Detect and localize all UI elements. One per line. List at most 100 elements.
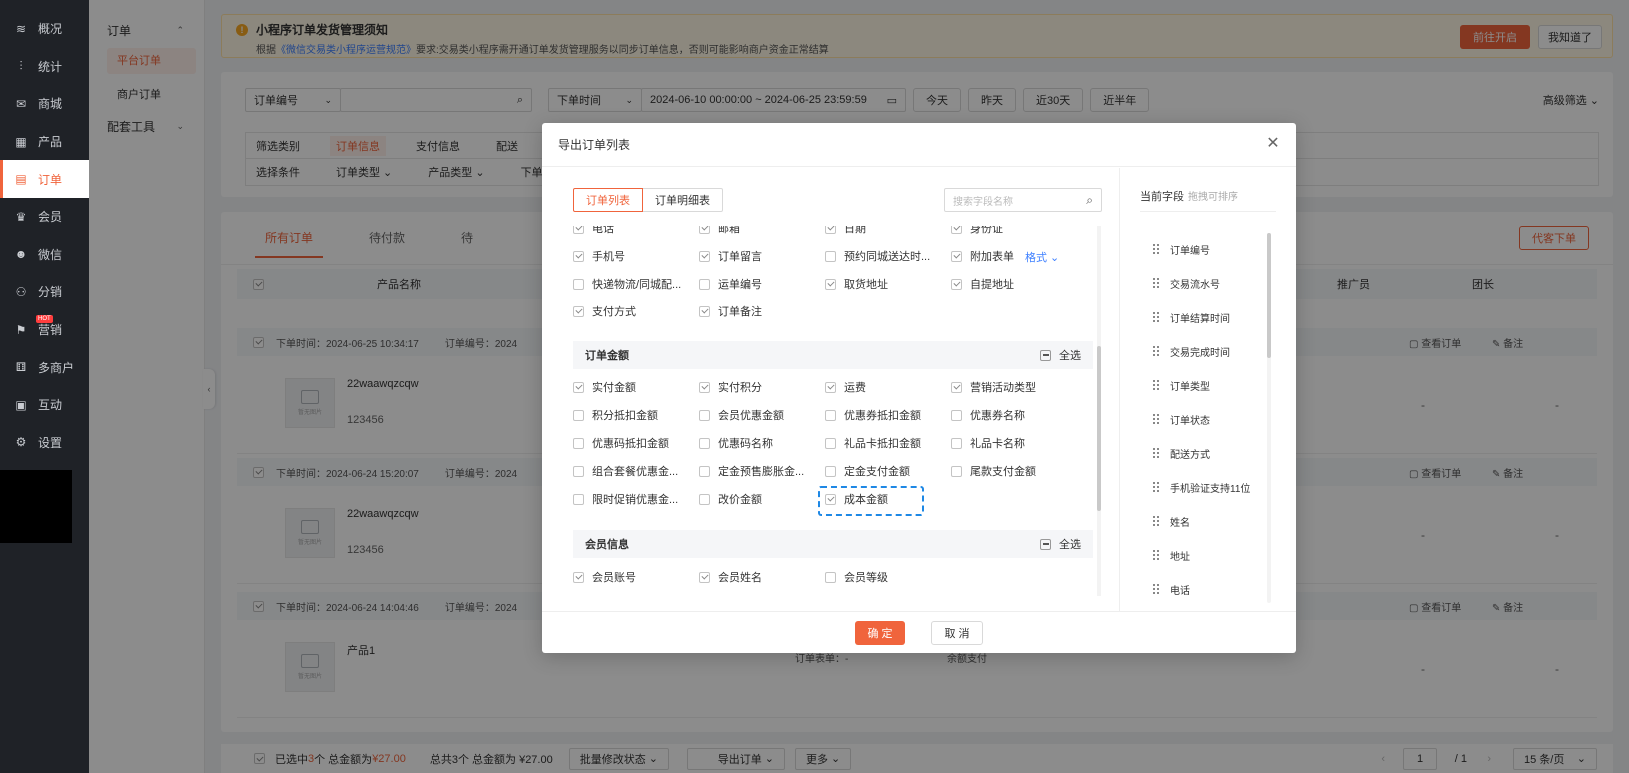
field-checkbox[interactable] <box>951 465 962 477</box>
nav-item-5[interactable]: ♛ 会员 <box>0 198 89 236</box>
nav-item-2[interactable]: ✉ 商城 <box>0 85 89 123</box>
drag-handle-icon[interactable] <box>1152 311 1160 323</box>
field-checkbox[interactable] <box>699 571 710 583</box>
field-option[interactable]: 优惠券名称 <box>951 404 1025 426</box>
field-option[interactable]: 组合套餐优惠金... <box>573 460 678 482</box>
drag-handle-icon[interactable] <box>1152 515 1160 527</box>
field-option[interactable]: 附加表单 <box>951 245 1014 267</box>
field-option[interactable]: 实付积分 <box>699 376 762 398</box>
format-link[interactable]: 格式 ⌄ <box>1025 249 1059 265</box>
nav-item-11[interactable]: ⚙ 设置 <box>0 424 89 462</box>
field-option[interactable]: 身份证 <box>951 226 1003 239</box>
drag-handle-icon[interactable] <box>1152 345 1160 357</box>
field-checkbox[interactable] <box>573 465 584 477</box>
field-option[interactable]: 会员优惠金额 <box>699 404 784 426</box>
current-field-item[interactable]: 配送方式 <box>1152 436 1250 470</box>
field-checkbox[interactable] <box>573 250 584 262</box>
field-checkbox[interactable] <box>951 381 962 393</box>
field-option[interactable]: 会员账号 <box>573 566 636 588</box>
field-option[interactable]: 实付金额 <box>573 376 636 398</box>
field-option[interactable]: 取货地址 <box>825 273 888 295</box>
field-option[interactable]: 运单编号 <box>699 273 762 295</box>
drag-handle-icon[interactable] <box>1152 447 1160 459</box>
current-field-item[interactable]: 订单状态 <box>1152 402 1250 436</box>
field-checkbox[interactable] <box>573 226 584 234</box>
field-option[interactable]: 积分抵扣金额 <box>573 404 658 426</box>
field-checkbox[interactable] <box>825 278 836 290</box>
drag-handle-icon[interactable] <box>1152 413 1160 425</box>
field-checkbox[interactable] <box>699 250 710 262</box>
field-checkbox[interactable] <box>951 409 962 421</box>
field-option[interactable]: 订单备注 <box>699 300 762 322</box>
field-option[interactable]: 运费 <box>825 376 866 398</box>
field-option[interactable]: 优惠码抵扣金额 <box>573 432 669 454</box>
nav-item-6[interactable]: ☻ 微信 <box>0 236 89 274</box>
field-checkbox[interactable] <box>825 381 836 393</box>
current-field-item[interactable]: 交易完成时间 <box>1152 334 1250 368</box>
current-field-item[interactable]: 姓名 <box>1152 504 1250 538</box>
current-field-item[interactable]: 手机验证支持11位 <box>1152 470 1250 504</box>
field-checkbox[interactable] <box>573 437 584 449</box>
field-checkbox[interactable] <box>699 493 710 505</box>
field-option[interactable]: 自提地址 <box>951 273 1014 295</box>
field-option[interactable]: 礼品卡名称 <box>951 432 1025 454</box>
field-checkbox[interactable] <box>825 437 836 449</box>
field-option[interactable]: 快递物流/同城配... <box>573 273 681 295</box>
field-option[interactable]: 定金支付金额 <box>825 460 910 482</box>
field-checkbox[interactable] <box>825 250 836 262</box>
field-option[interactable]: 礼品卡抵扣金额 <box>825 432 921 454</box>
field-checkbox[interactable] <box>699 409 710 421</box>
field-option[interactable]: 邮箱 <box>699 226 740 239</box>
field-option[interactable]: 会员姓名 <box>699 566 762 588</box>
field-option[interactable]: 预约同城送达时... <box>825 245 930 267</box>
nav-item-10[interactable]: ▣ 互动 <box>0 386 89 424</box>
nav-item-8[interactable]: ⚑ 营销 HOT <box>0 311 89 349</box>
select-all-toggle[interactable]: 全选 <box>1040 536 1081 552</box>
field-checkbox[interactable] <box>951 226 962 234</box>
field-checkbox[interactable] <box>699 437 710 449</box>
field-checkbox[interactable] <box>951 437 962 449</box>
drag-handle-icon[interactable] <box>1152 583 1160 595</box>
cancel-button[interactable]: 取 消 <box>931 620 983 645</box>
field-checkbox[interactable] <box>825 226 836 234</box>
field-option[interactable]: 定金预售膨胀金... <box>699 460 804 482</box>
nav-item-7[interactable]: ⚇ 分销 <box>0 273 89 311</box>
nav-item-0[interactable]: ≋ 概况 <box>0 10 89 48</box>
current-field-item[interactable]: 地址 <box>1152 538 1250 572</box>
field-checkbox[interactable] <box>951 250 962 262</box>
field-search-input[interactable]: 搜索字段名称 ⌕ <box>944 188 1102 212</box>
field-checkbox[interactable] <box>699 278 710 290</box>
field-checkbox[interactable] <box>951 278 962 290</box>
drag-handle-icon[interactable] <box>1152 277 1160 289</box>
field-option[interactable]: 日期 <box>825 226 866 239</box>
field-option[interactable]: 尾款支付金额 <box>951 460 1036 482</box>
field-checkbox[interactable] <box>699 226 710 234</box>
drag-handle-icon[interactable] <box>1152 243 1160 255</box>
field-checkbox[interactable] <box>699 465 710 477</box>
field-checkbox[interactable] <box>699 381 710 393</box>
seg-order-list[interactable]: 订单列表 <box>573 188 643 212</box>
drag-handle-icon[interactable] <box>1152 379 1160 391</box>
current-fields-scrollbar[interactable] <box>1267 233 1271 603</box>
field-checkbox[interactable] <box>573 278 584 290</box>
field-option[interactable]: 营销活动类型 <box>951 376 1036 398</box>
field-scrollbar[interactable] <box>1097 226 1101 596</box>
field-checkbox[interactable] <box>573 305 584 317</box>
field-option[interactable]: 改价金额 <box>699 488 762 510</box>
field-checkbox[interactable] <box>825 465 836 477</box>
field-option[interactable]: 电话 <box>573 226 614 239</box>
current-field-item[interactable]: 订单结算时间 <box>1152 300 1250 334</box>
current-field-item[interactable]: 订单类型 <box>1152 368 1250 402</box>
field-checkbox[interactable] <box>825 409 836 421</box>
field-checkbox[interactable] <box>699 305 710 317</box>
field-checkbox[interactable] <box>573 571 584 583</box>
field-checkbox[interactable] <box>573 409 584 421</box>
field-option[interactable]: 会员等级 <box>825 566 888 588</box>
current-field-item[interactable]: 电话 <box>1152 572 1250 606</box>
nav-item-3[interactable]: ▦ 产品 <box>0 123 89 161</box>
select-all-toggle[interactable]: 全选 <box>1040 347 1081 363</box>
seg-order-detail[interactable]: 订单明细表 <box>643 188 723 212</box>
field-option[interactable]: 优惠码名称 <box>699 432 773 454</box>
field-option[interactable]: 优惠券抵扣金额 <box>825 404 921 426</box>
nav-item-1[interactable]: ⫶ 统计 <box>0 48 89 86</box>
